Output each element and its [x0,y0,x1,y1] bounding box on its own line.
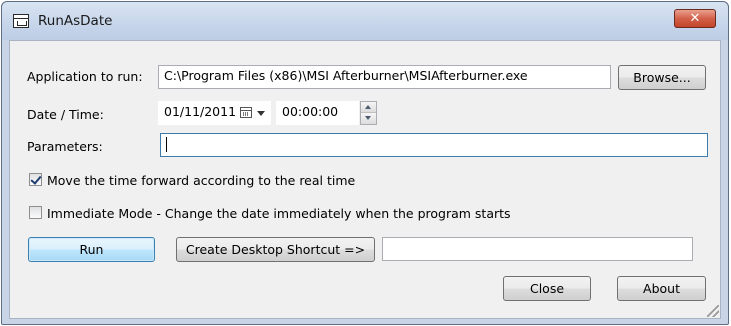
dialog-body: Application to run: C:\Program Files (x8… [9,40,721,319]
move-time-label[interactable]: Move the time forward according to the r… [47,173,355,188]
shortcut-name-input[interactable] [382,237,693,261]
date-picker[interactable]: 01/11/2011 [158,101,271,125]
window-close-button[interactable]: ✕ [674,9,716,28]
about-button[interactable]: About [617,276,706,301]
date-value: 01/11/2011 [164,104,237,119]
calendar-window-icon [13,14,29,28]
text-caret [166,137,167,152]
create-desktop-shortcut-button[interactable]: Create Desktop Shortcut => [176,237,375,262]
runasdate-window: RunAsDate ✕ Application to run: C:\Progr… [1,1,729,325]
chevron-down-icon[interactable] [257,111,265,116]
immediate-mode-checkbox[interactable] [29,206,42,219]
immediate-mode-label[interactable]: Immediate Mode - Change the date immedia… [47,206,511,221]
time-spinner[interactable] [360,101,377,125]
browse-button[interactable]: Browse... [618,65,706,90]
parameters-input[interactable] [160,133,708,157]
title-bar[interactable]: RunAsDate ✕ [2,2,728,40]
resize-grip-icon[interactable] [707,305,719,317]
spin-down-icon[interactable] [361,113,376,124]
application-label: Application to run: [27,69,143,84]
run-button[interactable]: Run [28,237,155,262]
window-title: RunAsDate [38,13,113,29]
calendar-icon[interactable] [240,107,252,118]
parameters-label: Parameters: [27,139,103,154]
close-button[interactable]: Close [503,276,591,301]
move-time-checkbox[interactable] [29,173,42,186]
datetime-label: Date / Time: [27,107,104,122]
spin-up-icon[interactable] [361,102,376,113]
time-input[interactable]: 00:00:00 [276,101,359,125]
application-path-input[interactable]: C:\Program Files (x86)\MSI Afterburner\M… [158,65,611,89]
